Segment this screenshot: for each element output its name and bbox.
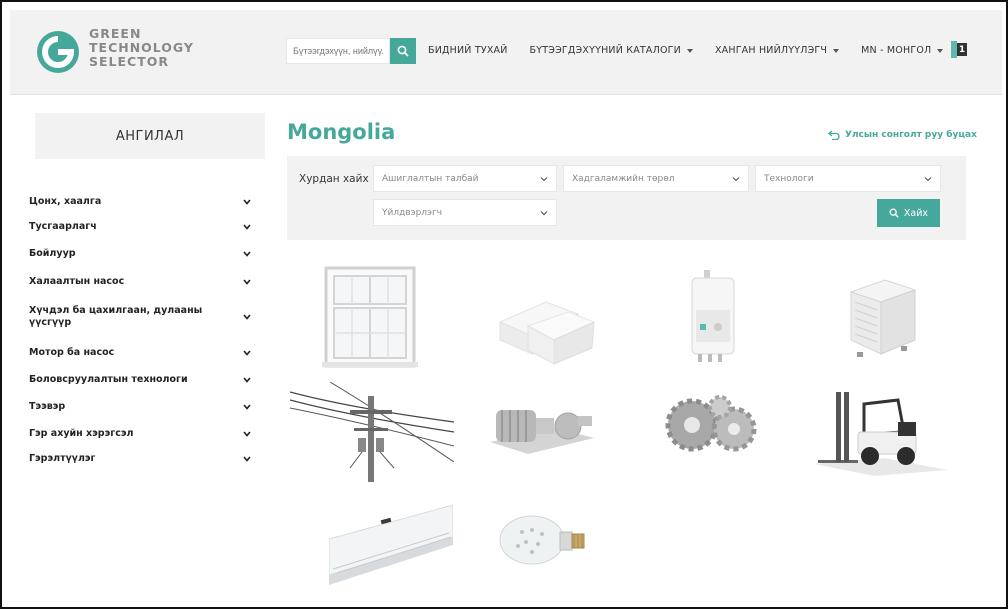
category-item[interactable]: Боловсруулалтын технологи xyxy=(29,366,259,393)
logo-g-icon xyxy=(37,31,79,73)
product-tile-gears[interactable] xyxy=(654,395,794,505)
select-value: Технологи xyxy=(764,173,814,184)
category-label: Гэр ахуйн хэрэгсэл xyxy=(29,427,134,439)
page-title: Mongolia xyxy=(287,120,396,144)
find-button[interactable]: Хайх xyxy=(877,199,940,227)
category-label: Хүчдэл ба цахилгаан, дулааны үүсгүүр xyxy=(29,305,203,328)
category-label: Боловсруулалтын технологи xyxy=(29,373,188,385)
category-label: Халаалтын насос xyxy=(29,275,125,287)
category-label: Мотор ба насос xyxy=(29,346,115,358)
back-to-country-link[interactable]: Улсын сонголт руу буцах xyxy=(828,130,977,140)
product-tile-insulation[interactable] xyxy=(488,292,628,402)
nav-catalog-label: БҮТЭЭГДЭХҮҮНИЙ КАТАЛОГИ xyxy=(529,45,681,56)
usage-area-select[interactable]: Ашиглалтын талбай xyxy=(373,165,557,192)
chevron-down-icon xyxy=(243,403,251,410)
motor-pump-icon xyxy=(490,410,594,454)
chevron-down-icon xyxy=(243,198,251,205)
chevron-down-icon xyxy=(732,176,740,181)
chevron-down-icon xyxy=(243,251,251,257)
category-item[interactable]: Халаалтын насос xyxy=(29,268,259,295)
technology-select[interactable]: Технологи xyxy=(755,165,941,192)
chevron-down-icon xyxy=(540,176,548,181)
cart-button[interactable]: 1 xyxy=(951,40,969,60)
chevron-down-icon xyxy=(243,349,251,356)
logo-line-3: SELECTOR xyxy=(89,54,169,69)
search-icon xyxy=(889,208,899,218)
cart-count-badge: 1 xyxy=(957,43,967,56)
category-label: Гэрэлтүүлэг xyxy=(29,453,96,464)
window-icon xyxy=(322,266,418,368)
select-value: Хадгаламжийн төрөл xyxy=(572,173,675,184)
chevron-down-icon xyxy=(243,278,251,285)
category-label: Бойлуур xyxy=(29,248,76,259)
category-item[interactable]: Тусгаарлагч xyxy=(29,214,259,240)
chevron-down-icon xyxy=(243,314,251,320)
gears-icon xyxy=(665,395,757,452)
product-tile-light-bulb[interactable] xyxy=(494,510,594,570)
nav-catalog[interactable]: БҮТЭЭГДЭХҮҮНИЙ КАТАЛОГИ xyxy=(530,45,693,56)
back-link-label: Улсын сонголт руу буцах xyxy=(845,130,977,140)
nav-about[interactable]: БИДНИЙ ТУХАЙ xyxy=(428,45,508,56)
chevron-down-icon xyxy=(243,376,251,383)
site-header: GREEN TECHNOLOGY SELECTOR БИДНИЙ ТУХАЙ Б… xyxy=(10,10,1002,95)
nav-suppliers[interactable]: ХАНГАН НИЙЛҮҮЛЭГЧ xyxy=(714,45,840,56)
logo-line-2: TECHNOLOGY xyxy=(89,40,194,55)
search-button[interactable] xyxy=(390,38,416,64)
caret-down-icon xyxy=(833,48,840,53)
category-list: Цонх, хаалга Тусгаарлагч Бойлуур Халаалт… xyxy=(29,189,259,471)
nav-language[interactable]: MN - МОНГОЛ xyxy=(861,45,944,56)
category-item[interactable]: Тээвэр xyxy=(29,393,259,420)
category-item[interactable]: Бойлуур xyxy=(29,240,259,268)
manufacturer-select[interactable]: Үйлдвэрлэгч xyxy=(373,199,557,226)
product-tile-air-conditioner[interactable] xyxy=(329,491,453,585)
quick-search-panel: Хурдан хайх Ашиглалтын талбай Хадгаламжи… xyxy=(287,156,966,240)
category-label: Тээвэр xyxy=(29,400,66,412)
caret-down-icon xyxy=(686,48,693,53)
chevron-down-icon xyxy=(243,456,251,462)
find-button-label: Хайх xyxy=(903,207,929,219)
select-value: Үйлдвэрлэгч xyxy=(382,207,443,218)
chevron-down-icon xyxy=(540,210,548,215)
air-conditioner-icon xyxy=(329,491,453,585)
select-value: Ашиглалтын талбай xyxy=(382,173,479,184)
logo-text: GREEN TECHNOLOGY SELECTOR xyxy=(89,27,194,69)
nav-about-label: БИДНИЙ ТУХАЙ xyxy=(428,45,508,56)
page-frame: GREEN TECHNOLOGY SELECTOR БИДНИЙ ТУХАЙ Б… xyxy=(0,0,1008,609)
heat-pump-icon xyxy=(849,279,917,357)
boiler-icon xyxy=(691,270,735,362)
search-input[interactable] xyxy=(286,38,390,64)
storage-type-select[interactable]: Хадгаламжийн төрөл xyxy=(563,165,749,192)
chevron-down-icon xyxy=(243,224,251,230)
quick-search-label: Хурдан хайх xyxy=(299,173,369,185)
search-icon xyxy=(397,45,409,57)
category-label: Цонх, хаалга xyxy=(29,195,102,207)
category-item[interactable]: Цонх, хаалга xyxy=(29,189,259,214)
caret-down-icon xyxy=(937,48,944,53)
logo-line-1: GREEN xyxy=(89,26,142,41)
insulation-icon xyxy=(498,301,596,365)
light-bulb-icon xyxy=(499,515,585,565)
sidebar-title: АНГИЛАЛ xyxy=(35,113,265,159)
category-label: Тусгаарлагч xyxy=(29,221,97,232)
product-tile-boiler[interactable] xyxy=(684,270,824,380)
category-item[interactable]: Гэрэлтүүлэг xyxy=(29,447,259,471)
category-item[interactable]: Хүчдэл ба цахилгаан, дулааны үүсгүүр xyxy=(29,295,259,339)
chevron-down-icon xyxy=(924,176,932,181)
nav-language-label: MN - МОНГОЛ xyxy=(861,45,932,56)
category-item[interactable]: Мотор ба насос xyxy=(29,339,259,366)
undo-arrow-icon xyxy=(828,130,840,140)
logo[interactable]: GREEN TECHNOLOGY SELECTOR xyxy=(36,26,196,80)
main-nav: БИДНИЙ ТУХАЙ БҮТЭЭГДЭХҮҮНИЙ КАТАЛОГИ ХАН… xyxy=(428,45,965,56)
search-bar xyxy=(286,38,416,64)
product-tile-forklift[interactable] xyxy=(814,388,954,498)
power-line-icon xyxy=(290,382,454,482)
nav-suppliers-label: ХАНГАН НИЙЛҮҮЛЭГЧ xyxy=(714,45,828,56)
product-tile-power-line[interactable] xyxy=(290,382,454,492)
chevron-down-icon xyxy=(243,430,251,437)
product-tile-windows[interactable] xyxy=(318,264,458,374)
product-tile-heat-pump[interactable] xyxy=(845,274,985,384)
forklift-icon xyxy=(814,392,948,476)
product-tile-motor-pump[interactable] xyxy=(486,398,626,508)
category-item[interactable]: Гэр ахуйн хэрэгсэл xyxy=(29,420,259,447)
